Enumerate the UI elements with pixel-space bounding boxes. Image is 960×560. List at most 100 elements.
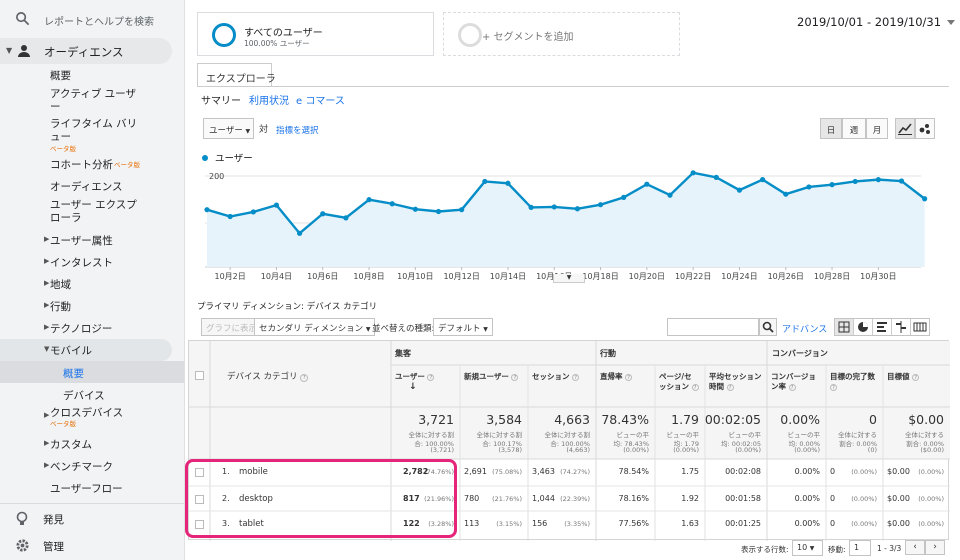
secondary-dimension-select[interactable]: セカンダリ ディメンション ▼ [254, 318, 376, 336]
row-value: $0.00 [887, 467, 910, 476]
sidebar-item-user-explorer[interactable]: ユーザー エクスプ ローラ [50, 199, 182, 225]
col-avg-duration[interactable]: 平均セッション 時間 ? [709, 372, 763, 392]
data-point[interactable] [482, 178, 488, 185]
col-pages-per-session[interactable]: ページ/セ ッション ? [659, 372, 701, 392]
row-percent: (3.35%) [564, 520, 590, 528]
data-point[interactable] [898, 178, 905, 184]
sidebar-item-mobile-overview[interactable]: 概要 [63, 366, 184, 381]
data-point[interactable] [204, 207, 210, 213]
data-point[interactable] [829, 182, 835, 188]
pivot-view-button[interactable] [911, 319, 930, 335]
prev-page-button[interactable]: ‹ [905, 540, 925, 555]
period-week-button[interactable]: 週 [842, 118, 866, 139]
data-point[interactable] [713, 174, 719, 180]
sidebar-item-technology[interactable]: ▶ テクノロジー [44, 321, 182, 336]
row-value: 156 [532, 519, 548, 528]
data-point[interactable] [690, 170, 696, 176]
table-view-button[interactable] [835, 319, 854, 335]
data-point[interactable] [760, 177, 766, 183]
segment-all-users[interactable]: すべてのユーザー 100.00% ユーザー [197, 12, 434, 56]
data-point[interactable] [597, 202, 604, 208]
pie-view-button[interactable] [854, 319, 873, 335]
data-point[interactable] [273, 202, 280, 208]
tab-explorer[interactable]: エクスプローラ [197, 63, 276, 87]
sidebar-item-discover[interactable]: 発見 [0, 507, 184, 531]
sidebar-item-benchmark[interactable]: ▶ ベンチマーク [44, 459, 182, 474]
sidebar-item-geo[interactable]: ▶ 地域 [44, 277, 182, 292]
data-point[interactable] [528, 204, 534, 210]
data-point[interactable] [875, 177, 881, 183]
col-goal-value[interactable]: 目標値 ? [887, 372, 946, 382]
sidebar-item-custom[interactable]: ▶ カスタム [44, 437, 182, 452]
data-point[interactable] [227, 213, 233, 220]
chart-resize-handle[interactable]: ▼ [553, 274, 585, 283]
row-percent: (21.76%) [492, 495, 522, 503]
table-search-input[interactable] [667, 318, 759, 336]
table-search-button[interactable] [759, 318, 777, 336]
data-point[interactable] [297, 230, 303, 236]
sidebar-item-cohort[interactable]: コホート分析ベータ版 [50, 159, 182, 172]
col-goal-completions[interactable]: 目標の完了数 ? [830, 372, 879, 392]
sort-select[interactable]: デフォルト ▼ [433, 318, 493, 336]
data-point[interactable] [852, 178, 858, 185]
line-chart-button[interactable] [895, 118, 915, 139]
sidebar-item-mobile[interactable]: ▼ モバイル [44, 343, 182, 358]
period-month-button[interactable]: 月 [866, 118, 888, 139]
sidebar-item-user-flow[interactable]: ユーザーフロー [50, 481, 182, 496]
next-page-button[interactable]: › [925, 540, 945, 555]
row-value: 780 [464, 494, 480, 503]
data-point[interactable] [250, 209, 256, 215]
add-segment-button[interactable]: + セグメントを追加 [443, 12, 680, 56]
select-all-checkbox[interactable] [195, 371, 204, 380]
dimension-header[interactable]: デバイス カテゴリ ? [227, 370, 309, 382]
data-point[interactable] [806, 184, 812, 190]
sidebar-item-lifetime-value[interactable]: ライフタイム バリ ュー [50, 118, 182, 144]
sidebar-item-demographics[interactable]: ▶ ユーザー属性 [44, 233, 182, 248]
col-conversion-rate[interactable]: コンバージョン率 ? [771, 372, 822, 392]
plot-rows-button[interactable]: グラフに表示 [201, 318, 263, 336]
rows-per-page-select[interactable]: 10 ▼ [792, 540, 823, 556]
col-users[interactable]: ユーザー ? ↓ [395, 372, 456, 392]
col-new-users[interactable]: 新規ユーザー ? [464, 372, 524, 382]
data-point[interactable] [922, 196, 928, 202]
sidebar-item-cross-device[interactable]: ▶ クロスデバイス ベータ版 [44, 405, 182, 432]
advanced-filter-link[interactable]: アドバンス [782, 322, 827, 335]
goto-input[interactable]: 1 [849, 540, 871, 556]
sidebar-item-interests[interactable]: ▶ インタレスト [44, 255, 182, 270]
performance-view-button[interactable] [873, 319, 892, 335]
data-point[interactable] [736, 187, 743, 193]
period-day-button[interactable]: 日 [820, 118, 842, 139]
sidebar-item-overview[interactable]: 概要 [50, 70, 182, 83]
data-point[interactable] [667, 192, 673, 198]
data-point[interactable] [505, 180, 511, 186]
data-point[interactable] [574, 206, 580, 212]
data-point[interactable] [459, 207, 465, 213]
sidebar-item-audience[interactable]: ▼ オーディエンス [0, 38, 172, 64]
motion-chart-button[interactable] [915, 118, 935, 139]
sidebar-item-admin[interactable]: 管理 [0, 534, 184, 558]
data-point[interactable] [412, 206, 418, 212]
data-point[interactable] [621, 194, 627, 200]
sidebar-item-active-users[interactable]: アクティブ ユーザー [50, 88, 182, 114]
comparison-view-button[interactable] [892, 319, 911, 335]
sidebar-item-behavior[interactable]: ▶ 行動 [44, 299, 182, 314]
data-point[interactable] [644, 181, 650, 187]
data-point[interactable] [783, 191, 789, 197]
data-point[interactable] [389, 201, 395, 207]
date-range-picker[interactable]: 2019/10/01 - 2019/10/31 [797, 15, 956, 29]
data-point[interactable] [551, 204, 557, 210]
choose-metric-link[interactable]: 指標を選択 [276, 124, 319, 136]
data-point[interactable] [435, 208, 442, 215]
data-point[interactable] [366, 197, 372, 203]
data-point[interactable] [320, 211, 326, 217]
sidebar-item-devices[interactable]: デバイス [63, 388, 184, 403]
tab-summary[interactable]: サマリー [201, 92, 241, 107]
data-point[interactable] [343, 215, 349, 221]
sidebar-item-audiences[interactable]: オーディエンス [50, 181, 182, 194]
col-sessions[interactable]: セッション ? [532, 372, 592, 382]
sidebar-search[interactable]: レポートとヘルプを検索 [0, 0, 184, 38]
tab-usage[interactable]: 利用状況 [249, 92, 289, 107]
metric-select[interactable]: ユーザー ▼ [203, 118, 254, 139]
col-bounce-rate[interactable]: 直帰率 ? [600, 372, 651, 382]
tab-ecommerce[interactable]: e コマース [296, 92, 345, 107]
